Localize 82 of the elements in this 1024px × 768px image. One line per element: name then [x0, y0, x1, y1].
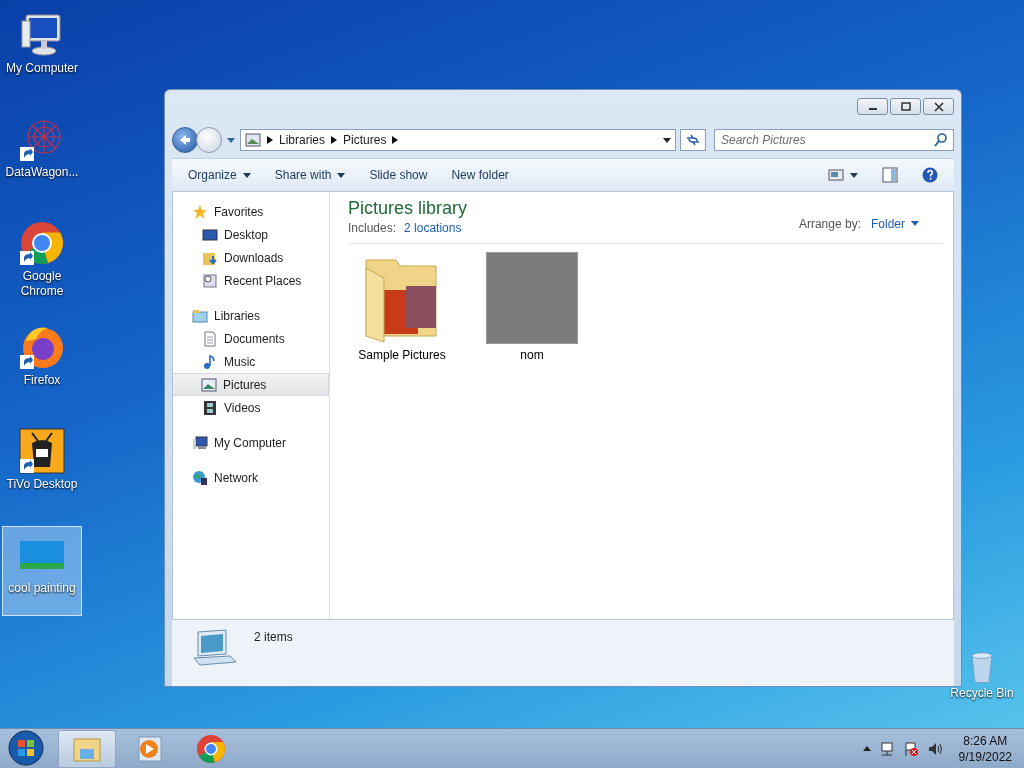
nav-item[interactable]: Pictures: [173, 373, 329, 396]
flag-icon: [902, 740, 919, 757]
icon-label: DataWagon...: [5, 165, 79, 180]
chrome-icon: [195, 732, 227, 765]
icon-label: TiVo Desktop: [6, 477, 78, 492]
caret-icon: [226, 135, 236, 145]
toolbar-button[interactable]: Slide show: [359, 164, 438, 186]
refresh-button[interactable]: [680, 129, 706, 151]
forward-button[interactable]: [196, 127, 222, 153]
minimize-button[interactable]: [857, 98, 888, 115]
clock-date: 9/19/2022: [958, 748, 1012, 765]
laptop-icon: [190, 628, 238, 668]
pane-icon: [882, 167, 898, 183]
maximize-icon: [899, 101, 912, 112]
caret-icon: [337, 172, 346, 178]
triangle-icon: [267, 136, 273, 144]
library-title: Pictures library: [348, 198, 468, 219]
desktop-icon[interactable]: DataWagon...: [2, 110, 82, 200]
picture-icon: [201, 376, 217, 393]
music-note-icon: [202, 353, 218, 370]
picture-icon: [245, 132, 261, 148]
nav-item[interactable]: Favorites: [173, 200, 329, 223]
caret-icon: [242, 172, 251, 178]
close-button[interactable]: [923, 98, 954, 115]
file-item[interactable]: nom: [482, 252, 582, 362]
desktop-icon[interactable]: TiVo Desktop: [2, 422, 82, 512]
nav-item[interactable]: Downloads: [173, 246, 329, 269]
globe-icon: [192, 469, 208, 486]
up-arrow-icon: [862, 746, 871, 751]
caret-icon: [911, 221, 919, 226]
icon-label: Firefox: [23, 373, 61, 388]
document-icon: [202, 330, 218, 347]
desktop-icon[interactable]: Google Chrome: [2, 214, 82, 304]
toolbar-button[interactable]: Share with: [264, 164, 356, 186]
item-count: 2 items: [254, 630, 293, 644]
computer-icon: [192, 434, 208, 451]
locations-link[interactable]: 2 locations: [404, 221, 462, 235]
file-label: Sample Pictures: [358, 348, 446, 362]
library-folder-icon: [192, 307, 208, 324]
film-icon: [202, 399, 218, 416]
nav-item[interactable]: Music: [173, 350, 329, 373]
nav-item[interactable]: Videos: [173, 396, 329, 419]
arrange-dropdown[interactable]: Folder: [871, 216, 919, 231]
file-item[interactable]: Sample Pictures: [352, 252, 452, 362]
icon-label: My Computer: [6, 61, 78, 76]
close-icon: [932, 101, 945, 112]
maximize-button[interactable]: [890, 98, 921, 115]
triangle-icon: [392, 136, 399, 144]
clock-time: 8:26 AM: [963, 732, 1008, 749]
network-icon: [878, 740, 895, 757]
star-icon: [192, 203, 208, 220]
start-button[interactable]: [6, 728, 46, 768]
picture-icon: [828, 167, 844, 183]
breadcrumb[interactable]: Libraries: [279, 133, 326, 147]
nav-item[interactable]: Recent Places: [173, 269, 329, 292]
caret-icon: [663, 137, 671, 143]
refresh-icon: [685, 132, 701, 148]
breadcrumb[interactable]: Pictures: [343, 133, 387, 147]
help-icon: [922, 167, 938, 183]
icon-label: cool painting: [8, 581, 76, 596]
nav-item[interactable]: Network: [173, 466, 329, 489]
nav-item[interactable]: Documents: [173, 327, 329, 350]
nav-item[interactable]: Libraries: [173, 304, 329, 327]
triangle-icon: [331, 136, 338, 144]
back-button[interactable]: [172, 127, 198, 153]
file-label: nom: [520, 348, 544, 362]
nav-item[interactable]: Desktop: [173, 223, 329, 246]
monitor-icon: [202, 226, 218, 243]
caret-icon: [850, 172, 858, 178]
desktop-icon[interactable]: Firefox: [2, 318, 82, 408]
toolbar-button[interactable]: Organize: [178, 164, 261, 186]
nav-item[interactable]: My Computer: [173, 431, 329, 454]
desktop-icon[interactable]: My Computer: [2, 6, 82, 96]
arrange-label: Arrange by:: [798, 216, 861, 231]
minimize-icon: [868, 108, 877, 110]
includes-label: Includes:: [348, 221, 397, 235]
icon-label: Google Chrome: [19, 269, 65, 299]
address-bar[interactable]: Libraries Pictures: [240, 129, 676, 151]
clock[interactable]: 8:26 AM 9/19/2022: [958, 732, 1012, 765]
toolbar-button[interactable]: New folder: [441, 164, 519, 186]
search-icon: [933, 132, 949, 148]
search-field[interactable]: Search Pictures: [714, 129, 954, 151]
